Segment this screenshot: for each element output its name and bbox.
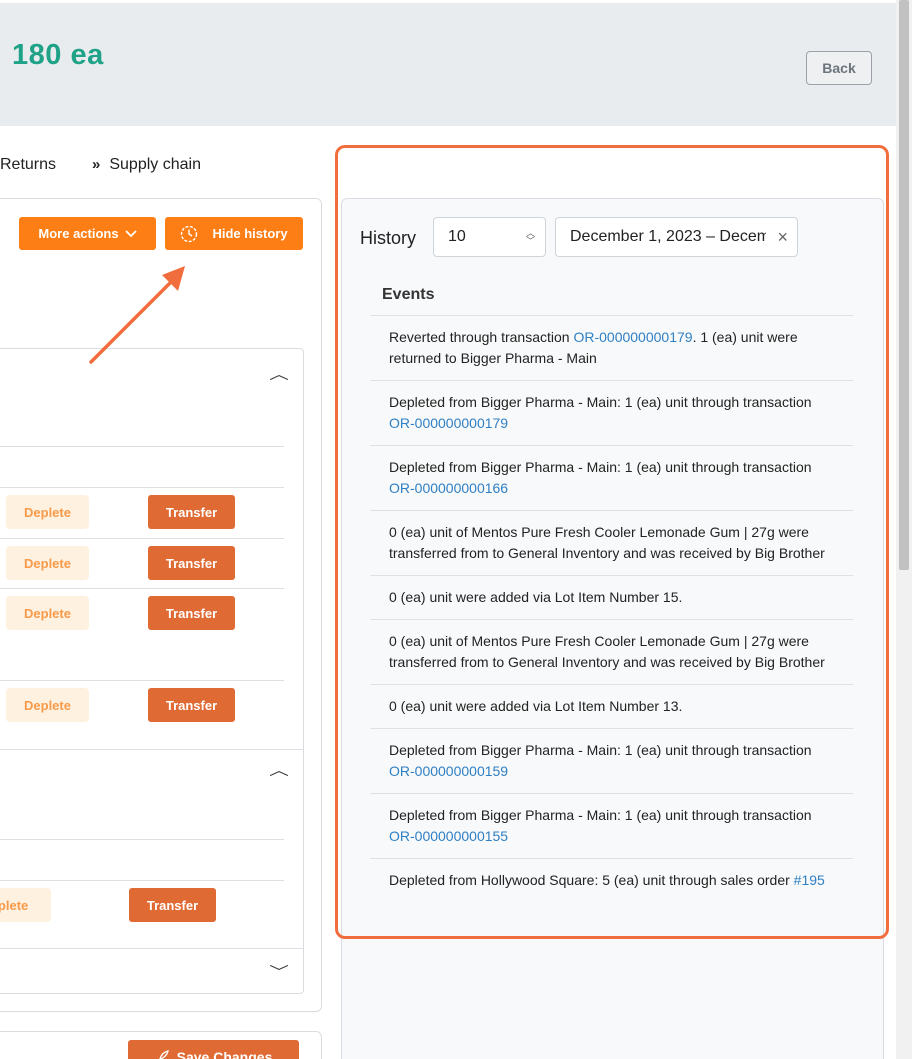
deplete-button[interactable]: eplete: [0, 888, 51, 922]
scrollbar-thumb[interactable]: [899, 0, 909, 570]
tab-returns[interactable]: Returns: [0, 156, 56, 174]
transfer-button[interactable]: Transfer: [148, 546, 235, 580]
double-chevron-icon: »: [92, 156, 101, 173]
rocket-icon: [158, 1050, 169, 1059]
collapse-chevron-up-icon[interactable]: ︿: [269, 760, 289, 780]
hide-history-button[interactable]: Hide history: [165, 217, 303, 250]
transfer-button[interactable]: Transfer: [129, 888, 216, 922]
divider: [0, 446, 284, 447]
transfer-button[interactable]: Transfer: [148, 495, 235, 529]
back-button[interactable]: Back: [806, 51, 872, 85]
divider: [0, 538, 284, 539]
save-changes-label: Save Changes: [176, 1049, 273, 1059]
product-header: 180 ea Back: [0, 3, 896, 126]
deplete-button[interactable]: Deplete: [6, 546, 89, 580]
history-highlight-frame: [335, 145, 889, 939]
more-actions-button[interactable]: More actions: [19, 217, 156, 250]
save-changes-button[interactable]: Save Changes: [128, 1040, 299, 1059]
divider: [0, 487, 284, 488]
divider: [0, 948, 304, 949]
history-clock-icon: [181, 225, 198, 242]
more-actions-label: More actions: [38, 226, 119, 241]
stock-quantity: 180 ea: [12, 39, 104, 71]
transfer-button[interactable]: Transfer: [148, 596, 235, 630]
deplete-button[interactable]: Deplete: [6, 495, 89, 529]
tab-supply-chain[interactable]: » Supply chain: [92, 156, 201, 174]
tab-supply-chain-label: Supply chain: [109, 156, 201, 173]
divider: [0, 880, 284, 881]
deplete-button[interactable]: Deplete: [6, 596, 89, 630]
divider: [0, 680, 284, 681]
divider: [0, 839, 284, 840]
expand-chevron-down-icon[interactable]: ﹀: [269, 962, 289, 982]
chevron-down-icon: [124, 229, 137, 237]
collapse-chevron-up-icon[interactable]: ︿: [269, 364, 289, 384]
divider: [0, 588, 284, 589]
deplete-button[interactable]: Deplete: [6, 688, 89, 722]
transfer-button[interactable]: Transfer: [148, 688, 235, 722]
hide-history-label: Hide history: [212, 226, 288, 241]
divider: [0, 749, 304, 750]
